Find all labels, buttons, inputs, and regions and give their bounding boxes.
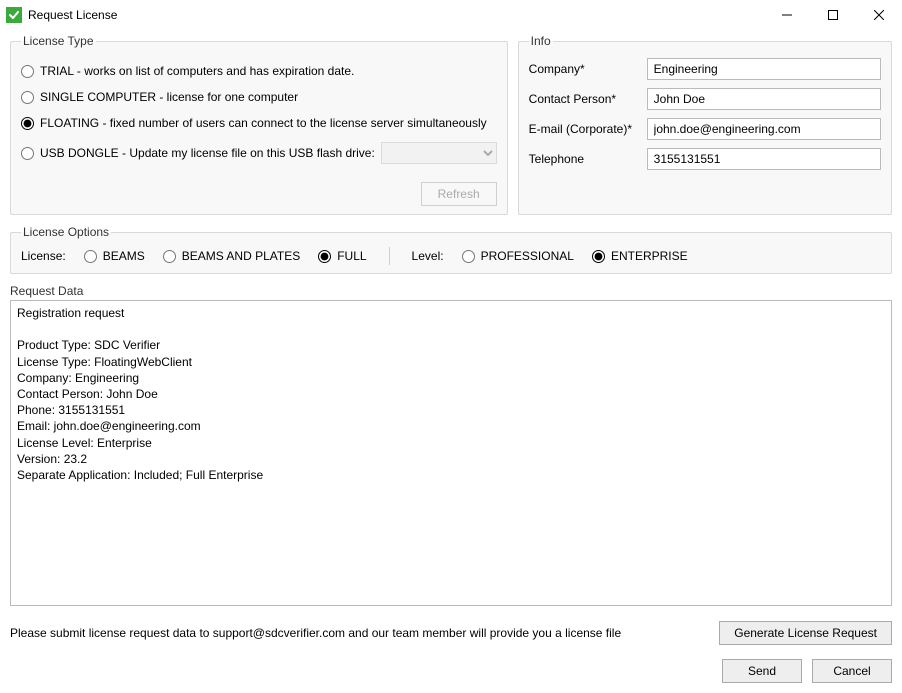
license-type-usb-row: USB DONGLE - Update my license file on t…: [21, 136, 497, 170]
radio-beams-plates-label: BEAMS AND PLATES: [182, 249, 300, 263]
app-icon: [6, 7, 22, 23]
license-type-floating[interactable]: FLOATING - fixed number of users can con…: [21, 110, 497, 136]
radio-beams-plates[interactable]: [163, 250, 176, 263]
license-type-trial[interactable]: TRIAL - works on list of computers and h…: [21, 58, 497, 84]
company-input[interactable]: [647, 58, 881, 80]
info-legend: Info: [529, 34, 553, 48]
radio-professional-label: PROFESSIONAL: [481, 249, 574, 263]
radio-floating[interactable]: [21, 117, 34, 130]
license-type-legend: License Type: [21, 34, 96, 48]
license-options-group: License Options License: BEAMS BEAMS AND…: [10, 225, 892, 274]
options-separator: [389, 247, 390, 265]
level-label: Level:: [412, 249, 444, 263]
request-data-textarea[interactable]: [10, 300, 892, 606]
radio-enterprise[interactable]: [592, 250, 605, 263]
usb-drive-select: [381, 142, 497, 164]
license-full[interactable]: FULL: [318, 249, 366, 263]
radio-full-label: FULL: [337, 249, 366, 263]
radio-usb-label: USB DONGLE - Update my license file on t…: [40, 146, 375, 160]
titlebar: Request License: [0, 0, 902, 30]
minimize-button[interactable]: [764, 0, 810, 30]
radio-single-label: SINGLE COMPUTER - license for one comput…: [40, 90, 298, 104]
license-type-group: License Type TRIAL - works on list of co…: [10, 34, 508, 215]
submit-instruction: Please submit license request data to su…: [10, 626, 719, 640]
radio-trial[interactable]: [21, 65, 34, 78]
info-group: Info Company* Contact Person* E-mail (Co…: [518, 34, 892, 215]
radio-beams[interactable]: [84, 250, 97, 263]
telephone-input[interactable]: [647, 148, 881, 170]
contact-input[interactable]: [647, 88, 881, 110]
generate-license-request-button[interactable]: Generate License Request: [719, 621, 892, 645]
company-label: Company*: [529, 62, 647, 76]
contact-label: Contact Person*: [529, 92, 647, 106]
maximize-button[interactable]: [810, 0, 856, 30]
radio-trial-label: TRIAL - works on list of computers and h…: [40, 64, 354, 78]
radio-professional[interactable]: [462, 250, 475, 263]
email-input[interactable]: [647, 118, 881, 140]
level-professional[interactable]: PROFESSIONAL: [462, 249, 574, 263]
license-label: License:: [21, 249, 66, 263]
license-beams-plates[interactable]: BEAMS AND PLATES: [163, 249, 300, 263]
telephone-label: Telephone: [529, 152, 647, 166]
license-type-single[interactable]: SINGLE COMPUTER - license for one comput…: [21, 84, 497, 110]
cancel-button[interactable]: Cancel: [812, 659, 892, 683]
radio-floating-label: FLOATING - fixed number of users can con…: [40, 116, 487, 130]
window-title: Request License: [28, 8, 117, 22]
refresh-button: Refresh: [421, 182, 497, 206]
license-options-legend: License Options: [21, 225, 111, 239]
send-button[interactable]: Send: [722, 659, 802, 683]
email-label: E-mail (Corporate)*: [529, 122, 647, 136]
request-data-legend: Request Data: [10, 284, 892, 298]
radio-full[interactable]: [318, 250, 331, 263]
license-beams[interactable]: BEAMS: [84, 249, 145, 263]
level-enterprise[interactable]: ENTERPRISE: [592, 249, 688, 263]
radio-usb[interactable]: [21, 147, 34, 160]
radio-enterprise-label: ENTERPRISE: [611, 249, 688, 263]
radio-beams-label: BEAMS: [103, 249, 145, 263]
close-button[interactable]: [856, 0, 902, 30]
radio-single[interactable]: [21, 91, 34, 104]
